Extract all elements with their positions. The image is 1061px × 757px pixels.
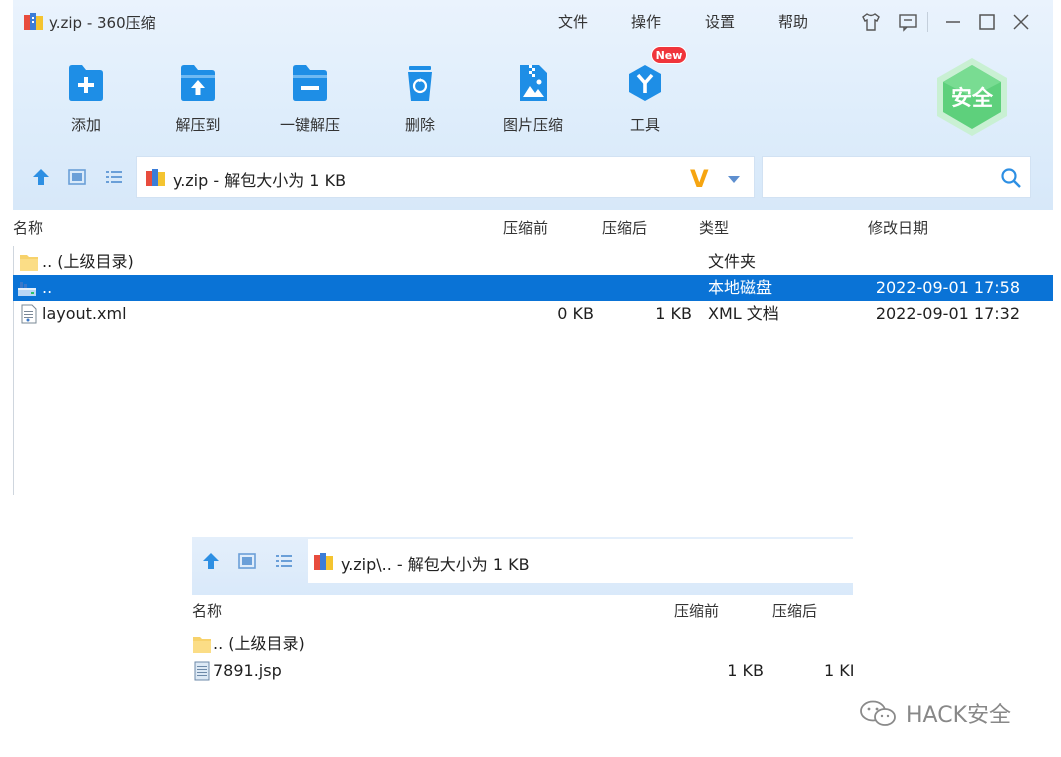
delete-icon	[408, 66, 432, 101]
column-after[interactable]: 压缩后	[772, 595, 817, 627]
path-text: y.zip\.. - 解包大小为 1 KB	[341, 555, 530, 574]
one-click-extract-icon	[293, 65, 327, 101]
row-after: 1 KB	[655, 304, 692, 323]
column-modified[interactable]: 修改日期	[868, 210, 928, 246]
extract-to-icon	[181, 65, 215, 101]
feedback-icon[interactable]	[896, 10, 920, 34]
table-row[interactable]: 7891.jsp 1 KB 1 KI	[192, 658, 853, 684]
extract-to-button[interactable]: 解压到	[148, 56, 248, 142]
list-view-icon[interactable]	[273, 550, 295, 572]
table-row[interactable]: .. 本地磁盘 2022-09-01 17:58	[13, 275, 1053, 301]
title-bar: y.zip - 360压缩 文件 操作 设置 帮助	[13, 0, 1053, 44]
add-button[interactable]: 添加	[36, 56, 136, 142]
image-compress-label: 图片压缩	[502, 116, 563, 134]
close-icon[interactable]	[1009, 10, 1033, 34]
minimize-icon[interactable]	[941, 10, 965, 34]
window-title: y.zip - 360压缩	[49, 14, 156, 32]
row-type: XML 文档	[708, 304, 779, 323]
row-name: 7891.jsp	[213, 661, 282, 680]
table-row[interactable]: layout.xml 0 KB 1 KB XML 文档 2022-09-01 1…	[13, 301, 1053, 327]
watermark-text: HACK安全	[906, 703, 1011, 728]
watermark: HACK安全	[858, 698, 1011, 728]
image-compress-button[interactable]: 图片压缩	[483, 56, 583, 142]
column-type[interactable]: 类型	[699, 210, 729, 246]
up-arrow-icon[interactable]	[200, 550, 222, 572]
v-logo-icon[interactable]: V	[690, 165, 709, 193]
security-shield[interactable]: 安全	[931, 56, 1013, 138]
row-modified: 2022-09-01 17:58	[875, 278, 1020, 297]
delete-label: 删除	[404, 116, 435, 134]
row-name: ..	[42, 278, 53, 297]
one-click-extract-label: 一键解压	[279, 116, 340, 134]
list-view-icon[interactable]	[103, 166, 125, 188]
menu-help[interactable]: 帮助	[778, 11, 808, 32]
extract-to-label: 解压到	[175, 116, 221, 134]
thumbnail-view-icon[interactable]	[236, 550, 258, 572]
column-before[interactable]: 压缩前	[503, 210, 548, 246]
menu-file[interactable]: 文件	[558, 11, 588, 32]
image-compress-icon	[520, 65, 547, 101]
table-row[interactable]: .. (上级目录) 文件夹	[13, 249, 1053, 275]
delete-button[interactable]: 删除	[370, 56, 470, 142]
wechat-icon	[860, 700, 896, 726]
row-before: 0 KB	[557, 304, 594, 323]
row-after: 1 KI	[824, 661, 853, 680]
xml-file-icon	[21, 304, 37, 324]
path-bar[interactable]: y.zip - 解包大小为 1 KB V	[136, 156, 755, 198]
tools-button[interactable]: New 工具	[595, 46, 695, 142]
search-icon[interactable]	[1000, 167, 1022, 189]
zip-archive-icon	[146, 169, 165, 186]
folder-icon	[20, 255, 38, 271]
drive-icon	[18, 282, 36, 296]
column-after[interactable]: 压缩后	[602, 210, 647, 246]
tools-icon	[629, 65, 661, 101]
title-separator	[927, 12, 928, 32]
up-arrow-icon[interactable]	[30, 166, 52, 188]
row-name: .. (上级目录)	[213, 634, 305, 653]
tools-label: 工具	[629, 116, 660, 134]
column-before[interactable]: 压缩前	[674, 595, 719, 627]
row-modified: 2022-09-01 17:32	[875, 304, 1020, 323]
navigation-bar: y.zip - 解包大小为 1 KB V	[13, 154, 1053, 200]
safe-label: 安全	[951, 86, 993, 110]
zip-archive-icon	[24, 13, 43, 30]
archive-window-2: y.zip\.. - 解包大小为 1 KB 名称 压缩前 压缩后 .. (上级目…	[192, 537, 853, 692]
menu-settings[interactable]: 设置	[705, 11, 735, 32]
new-badge: New	[651, 46, 687, 64]
path-bar[interactable]: y.zip\.. - 解包大小为 1 KB	[308, 539, 853, 583]
column-name[interactable]: 名称	[192, 595, 222, 627]
zip-archive-icon	[314, 553, 333, 570]
thumbnail-view-icon[interactable]	[66, 166, 88, 188]
one-click-extract-button[interactable]: 一键解压	[260, 56, 360, 142]
add-file-icon	[69, 65, 103, 101]
folder-icon	[193, 637, 211, 653]
maximize-icon[interactable]	[975, 10, 999, 34]
row-type: 本地磁盘	[708, 278, 773, 297]
menu-operate[interactable]: 操作	[631, 11, 661, 32]
column-name[interactable]: 名称	[13, 210, 43, 246]
table-row[interactable]: .. (上级目录)	[192, 631, 853, 657]
row-type: 文件夹	[708, 252, 757, 271]
chevron-down-icon[interactable]	[725, 170, 743, 188]
path-text: y.zip - 解包大小为 1 KB	[173, 171, 347, 190]
row-name: .. (上级目录)	[42, 252, 134, 271]
text-file-icon	[194, 661, 210, 681]
row-name: layout.xml	[42, 304, 127, 323]
skin-icon[interactable]	[859, 10, 883, 34]
archive-window: y.zip - 360压缩 文件 操作 设置 帮助 添加 解压到 一键解压 删除…	[13, 0, 1053, 495]
row-before: 1 KB	[727, 661, 764, 680]
search-input[interactable]	[762, 156, 1031, 198]
add-label: 添加	[70, 116, 101, 134]
